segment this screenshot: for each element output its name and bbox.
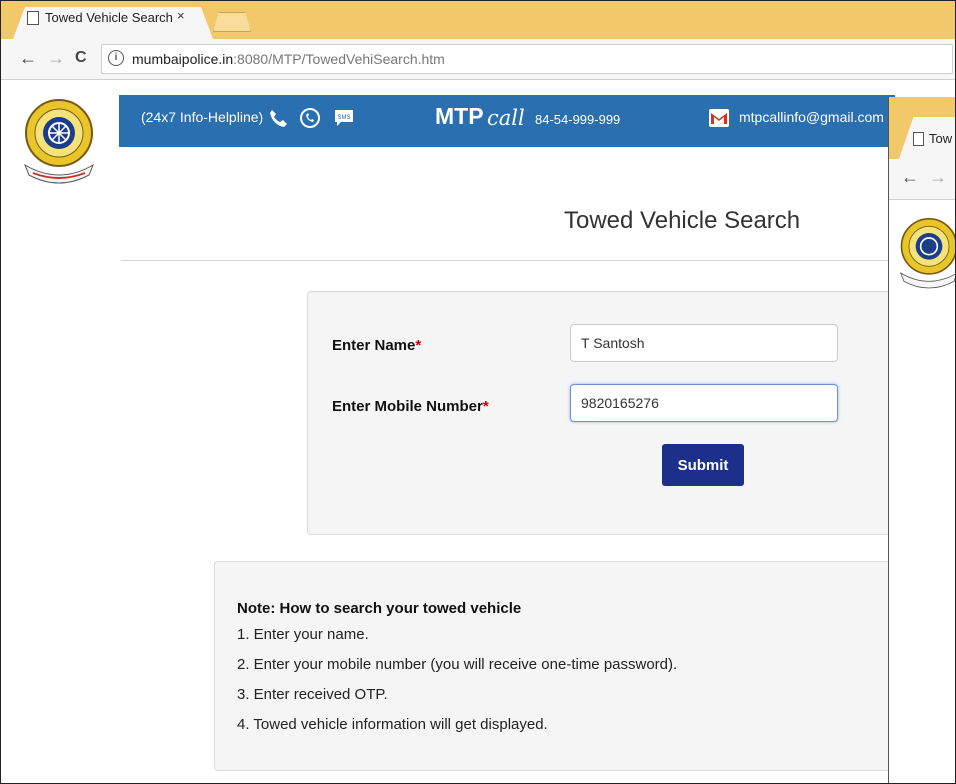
page-icon [27, 11, 39, 25]
url-host: mumbaipolice.in [132, 51, 234, 67]
forward-arrow-icon[interactable]: → [929, 167, 947, 188]
page-icon [913, 132, 924, 146]
reload-icon[interactable]: C [75, 49, 87, 67]
whatsapp-icon[interactable] [299, 107, 321, 129]
new-tab-button[interactable] [213, 12, 251, 32]
search-form: Enter Name* Enter Mobile Number* Submit [307, 291, 909, 535]
note-step: 2. Enter your mobile number (you will re… [237, 656, 678, 673]
mobile-label-text: Enter Mobile Number [332, 398, 483, 415]
back-arrow-icon[interactable]: ← [901, 167, 919, 188]
svg-text:SMS: SMS [337, 115, 350, 121]
mtp-brand: MTP [435, 103, 484, 129]
second-tab-title[interactable]: Tow [929, 131, 952, 146]
tab-title[interactable]: Towed Vehicle Search [45, 10, 173, 25]
note-panel: Note: How to search your towed vehicle 1… [214, 561, 916, 771]
sms-icon[interactable]: SMS [333, 107, 355, 129]
info-icon[interactable]: i [108, 50, 124, 66]
mtp-call-text: call [487, 106, 525, 130]
helpline-text: (24x7 Info-Helpline) [141, 109, 264, 125]
mumbai-traffic-police-logo [23, 99, 95, 184]
call-number[interactable]: 84-54-999-999 [535, 112, 620, 127]
email-link[interactable]: mtpcallinfo@gmail.com [739, 109, 884, 125]
back-arrow-icon[interactable]: ← [19, 48, 37, 69]
note-step: 3. Enter received OTP. [237, 686, 388, 703]
mobile-label: Enter Mobile Number* [332, 398, 489, 415]
name-label: Enter Name* [332, 337, 421, 354]
note-step: 4. Towed vehicle information will get di… [237, 716, 548, 733]
page-title: Towed Vehicle Search [564, 207, 801, 234]
mumbai-traffic-police-logo [899, 218, 955, 289]
second-browser-window[interactable]: Tow ← → [888, 97, 955, 783]
gmail-icon [709, 109, 729, 127]
name-input[interactable] [570, 324, 838, 362]
browser-window: Towed Vehicle Search × ← → C i mumbaipol… [0, 0, 956, 784]
forward-arrow-icon[interactable]: → [47, 48, 65, 69]
note-heading: Note: How to search your towed vehicle [237, 600, 522, 617]
phone-icon[interactable] [267, 107, 289, 129]
name-label-text: Enter Name [332, 337, 416, 354]
header-banner: (24x7 Info-Helpline) SMS MTP call 84-54-… [119, 95, 895, 147]
url-text[interactable]: mumbaipolice.in:8080/MTP/TowedVehiSearch… [132, 51, 445, 67]
divider [121, 260, 891, 261]
submit-button[interactable]: Submit [662, 444, 744, 486]
required-mark: * [415, 337, 422, 354]
browser-toolbar: ← → C i mumbaipolice.in:8080/MTP/TowedVe… [1, 39, 955, 80]
required-mark: * [482, 398, 489, 415]
mobile-input[interactable] [570, 384, 838, 422]
address-bar[interactable]: i mumbaipolice.in:8080/MTP/TowedVehiSear… [101, 44, 953, 74]
tab-close-icon[interactable]: × [177, 8, 185, 23]
url-path: :8080/MTP/TowedVehiSearch.htm [233, 51, 445, 67]
note-step: 1. Enter your name. [237, 626, 369, 643]
tab-strip: Towed Vehicle Search × [1, 1, 955, 39]
